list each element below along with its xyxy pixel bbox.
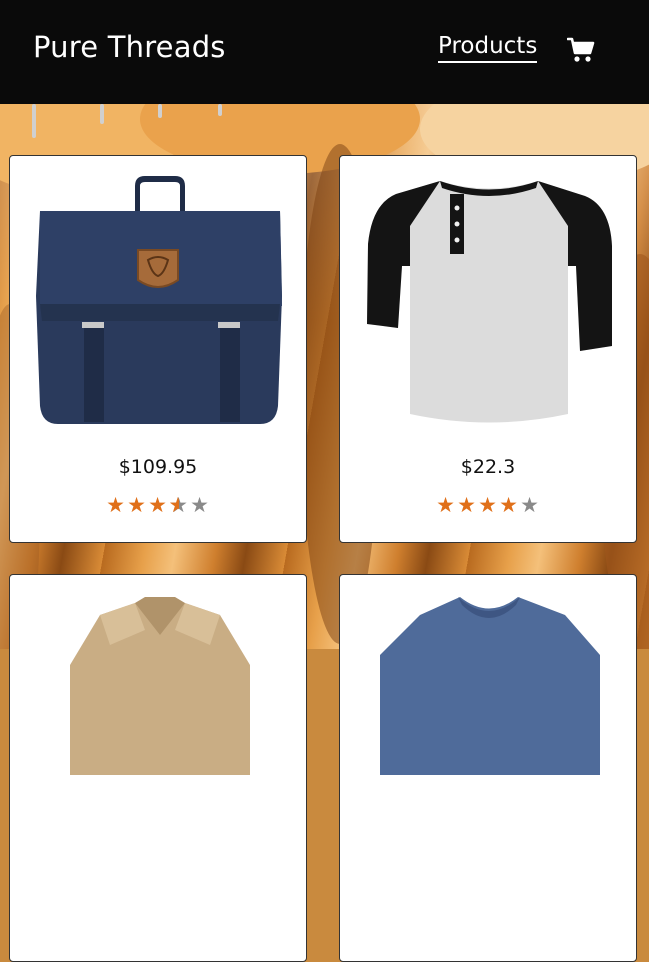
star-empty-icon: ★ [190, 493, 210, 517]
product-price: $109.95 [118, 456, 198, 478]
cart-icon[interactable] [567, 37, 595, 63]
product-card-tshirt[interactable] [339, 574, 637, 962]
product-card-jacket[interactable] [9, 574, 307, 962]
product-rating: ★★★★★ [340, 493, 636, 517]
star-half-icon: ★ [169, 493, 190, 517]
product-rating: ★★★★★ [10, 493, 306, 517]
product-card-henley[interactable]: $22.3 ★★★★★ [339, 155, 637, 543]
star-icon: ★ [478, 493, 498, 517]
star-icon: ★ [436, 493, 456, 517]
star-icon: ★ [127, 493, 147, 517]
star-icon: ★ [148, 493, 168, 517]
product-image-t-shirt[interactable] [340, 575, 637, 865]
product-image-jacket[interactable] [10, 575, 307, 865]
product-image-backpack[interactable] [10, 156, 307, 446]
product-image-henley-shirt[interactable] [340, 156, 637, 446]
nav-products-link[interactable]: Products [438, 33, 538, 63]
brand-logo[interactable]: Pure Threads [33, 30, 226, 64]
product-card-backpack[interactable]: $109.95 ★★★★ ★ [9, 155, 307, 543]
star-icon: ★ [457, 493, 477, 517]
star-icon: ★ [106, 493, 126, 517]
product-price: $22.3 [460, 456, 516, 478]
top-navbar: Pure Threads Products [0, 0, 649, 104]
star-empty-icon: ★ [520, 493, 540, 517]
star-icon: ★ [499, 493, 519, 517]
